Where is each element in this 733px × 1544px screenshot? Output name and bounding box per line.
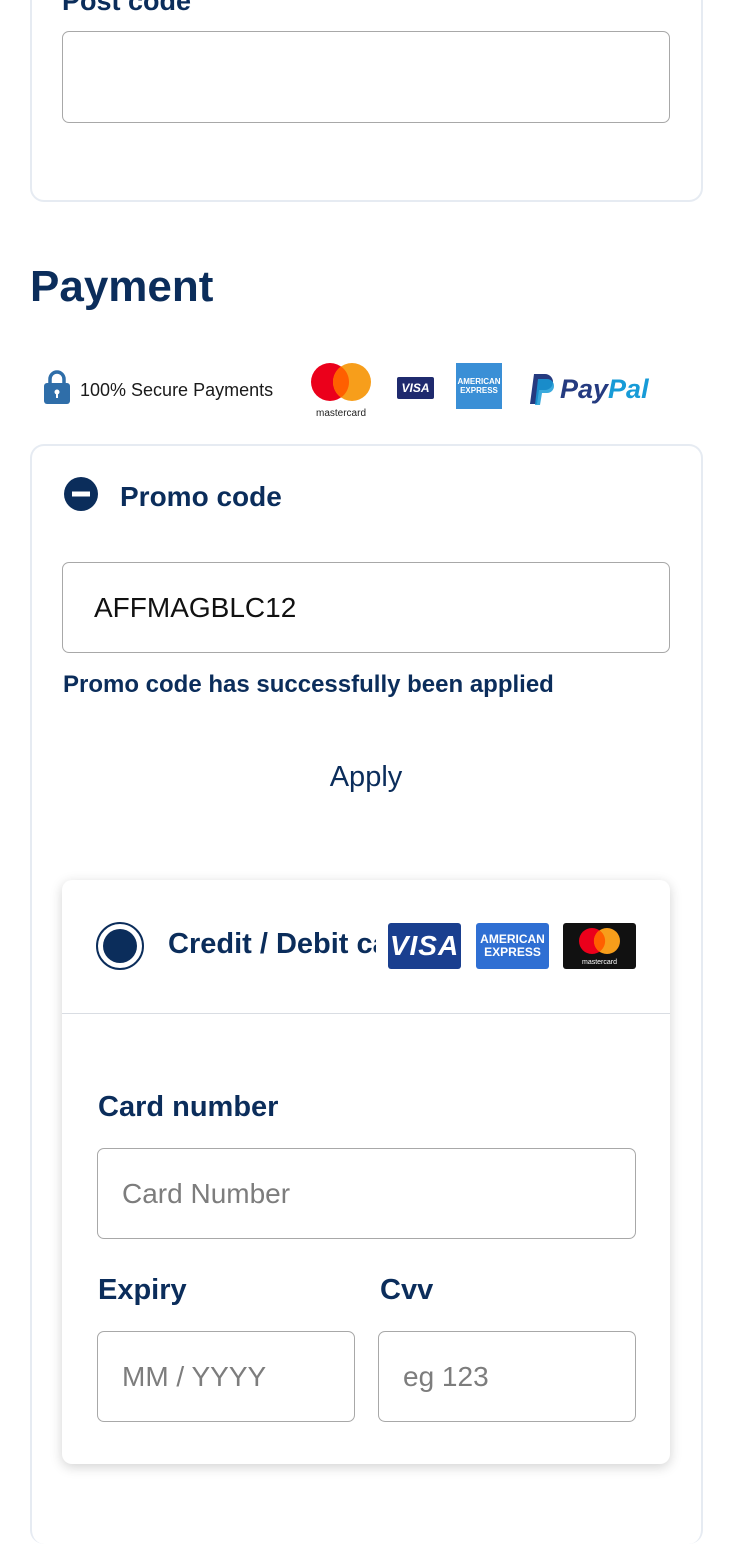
card-number-label: Card number xyxy=(98,1091,279,1123)
payment-title: Payment xyxy=(30,262,214,311)
promo-success-message: Promo code has successfully been applied xyxy=(63,671,554,698)
credit-card-method: Credit / Debit card VISA AMERICAN EXPRES… xyxy=(62,880,670,1464)
minus-circle-icon xyxy=(64,477,98,516)
promo-label: Promo code xyxy=(120,480,282,512)
radio-selected-dot xyxy=(103,929,137,963)
visa-logo: VISA xyxy=(397,377,434,399)
promo-input[interactable]: AFFMAGBLC12 xyxy=(62,562,670,653)
mastercard-logo: mastercard xyxy=(306,361,376,421)
secure-payments-text: 100% Secure Payments xyxy=(80,380,274,400)
paypal-wordmark: PayPal xyxy=(560,374,649,405)
amex-line2: EXPRESS xyxy=(460,386,498,395)
visa-card-logo: VISA xyxy=(388,923,461,969)
method-radio[interactable] xyxy=(96,922,144,970)
secure-payments-row: 100% Secure Payments mastercard VISA AME… xyxy=(0,355,733,425)
promo-toggle[interactable]: Promo code xyxy=(64,477,282,516)
paypal-icon xyxy=(530,374,554,405)
paypal-pal: Pal xyxy=(608,373,649,404)
amex-logo: AMERICAN EXPRESS xyxy=(456,363,502,409)
postcode-label: Post code xyxy=(62,0,192,16)
card-number-input[interactable]: Card Number xyxy=(97,1148,636,1239)
paypal-pay: Pay xyxy=(560,373,609,404)
expiry-input[interactable]: MM / YYYY xyxy=(97,1331,355,1422)
amex-card-line2: EXPRESS xyxy=(484,945,541,959)
mastercard-wordmark: mastercard xyxy=(316,408,366,419)
cvv-label: Cvv xyxy=(380,1274,434,1306)
method-label: Credit / Debit card xyxy=(168,928,376,960)
amex-line1: AMERICAN xyxy=(457,377,501,386)
mastercard-card-logo: mastercard xyxy=(563,923,636,969)
expiry-label: Expiry xyxy=(98,1274,187,1306)
apply-button[interactable]: Apply xyxy=(260,755,472,799)
paypal-logo: PayPal xyxy=(528,369,649,409)
mastercard-card-wordmark: mastercard xyxy=(582,959,617,966)
lock-icon xyxy=(43,369,71,410)
amex-card-logo: AMERICAN EXPRESS xyxy=(476,923,549,969)
method-header[interactable]: Credit / Debit card VISA AMERICAN EXPRES… xyxy=(62,880,670,1014)
cvv-input[interactable]: eg 123 xyxy=(378,1331,636,1422)
postcode-input[interactable] xyxy=(62,31,670,123)
